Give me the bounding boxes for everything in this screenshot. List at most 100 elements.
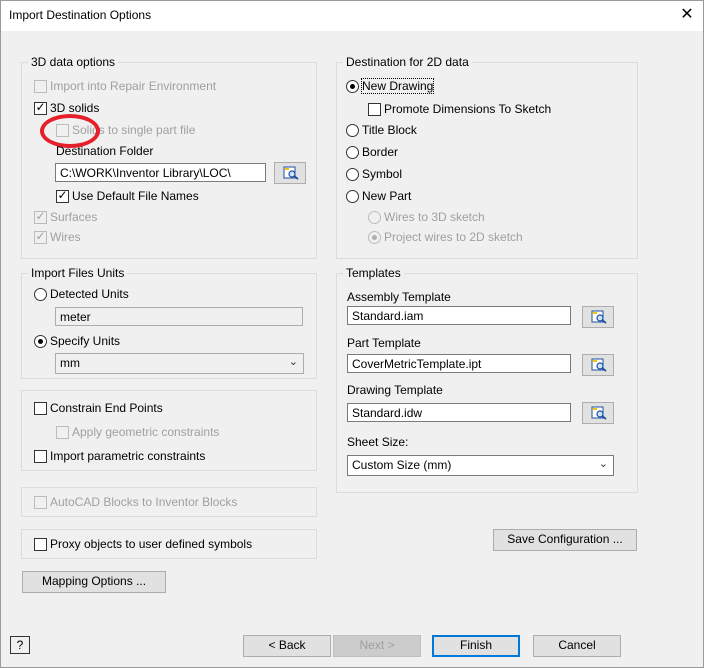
surfaces-label: Surfaces [50,210,98,224]
chevron-down-icon: ⌄ [598,458,608,470]
single-part-checkbox[interactable]: Solids to single part file [56,122,195,138]
drawing-template-browse-button[interactable] [582,402,614,424]
radio-circle [346,79,359,93]
checkbox-box: ✓ [56,187,69,203]
checkbox-box [34,495,47,509]
new-part-radio[interactable]: New Part [346,188,411,204]
folder-browse-icon [283,166,299,180]
window-title: Import Destination Options [9,8,152,22]
checkbox-box [34,537,47,551]
help-button[interactable]: ? [10,636,30,654]
repair-env-checkbox[interactable]: Import into Repair Environment [34,78,216,94]
checkmark-icon: ✓ [57,187,68,202]
default-file-names-checkbox[interactable]: ✓ Use Default File Names [56,188,199,204]
single-part-label: Solids to single part file [72,123,196,137]
cancel-button[interactable]: Cancel [533,635,621,657]
checkbox-box [34,401,47,415]
radio-circle [368,210,381,224]
drawing-template-field[interactable]: Standard.idw [347,403,571,422]
wires-3d-sketch-radio[interactable]: Wires to 3D sketch [368,209,485,225]
checkmark-icon: ✓ [35,228,46,243]
wires-label: Wires [50,230,81,244]
specify-units-radio[interactable]: Specify Units [34,333,120,349]
part-template-browse-button[interactable] [582,354,614,376]
sheet-size-value: Custom Size (mm) [352,458,452,472]
checkbox-box: ✓ [34,99,47,115]
promote-dimensions-label: Promote Dimensions To Sketch [384,102,552,116]
checkbox-box [34,449,47,463]
symbol-radio[interactable]: Symbol [346,166,402,182]
title-block-radio[interactable]: Title Block [346,122,417,138]
part-template-label: Part Template [347,336,421,350]
radio-circle [346,167,359,181]
checkbox-box: ✓ [34,228,47,244]
checkbox-box [56,123,69,137]
project-2d-sketch-radio[interactable]: Project wires to 2D sketch [368,229,523,245]
specify-units-value: mm [60,356,80,370]
title-block-label: Title Block [362,123,417,137]
parametric-constraints-label: Import parametric constraints [50,449,206,463]
close-icon[interactable]: ✕ [674,3,700,27]
wires-checkbox[interactable]: ✓ Wires [34,229,81,245]
save-configuration-button[interactable]: Save Configuration ... [493,529,637,551]
sheet-size-dropdown[interactable]: Custom Size (mm) ⌄ [347,455,614,476]
finish-button[interactable]: Finish [432,635,520,657]
radio-circle [34,287,47,301]
templates-legend: Templates [346,266,401,280]
radio-circle [368,230,381,244]
dest-folder-field[interactable]: C:\WORK\Inventor Library\LOC\ [55,163,266,182]
checkbox-box: ✓ [34,208,47,224]
drawing-template-label: Drawing Template [347,383,443,397]
assembly-template-label: Assembly Template [347,290,451,304]
new-part-label: New Part [362,189,412,203]
back-button[interactable]: < Back [243,635,331,657]
border-radio[interactable]: Border [346,144,398,160]
checkmark-icon: ✓ [35,208,46,223]
default-file-names-label: Use Default File Names [72,189,199,203]
radio-circle [346,189,359,203]
project-2d-sketch-label: Project wires to 2D sketch [384,230,523,244]
surfaces-checkbox[interactable]: ✓ Surfaces [34,209,97,225]
proxy-objects-checkbox[interactable]: Proxy objects to user defined symbols [34,536,252,552]
symbol-label: Symbol [362,167,403,181]
new-drawing-radio[interactable]: New Drawing [346,78,435,94]
next-button[interactable]: Next > [333,635,421,657]
mapping-options-button[interactable]: Mapping Options ... [22,571,166,593]
checkbox-box [368,102,381,116]
geometric-constraints-checkbox[interactable]: Apply geometric constraints [56,424,219,440]
constrain-end-points-label: Constrain End Points [50,401,163,415]
parametric-constraints-checkbox[interactable]: Import parametric constraints [34,448,205,464]
dest2d-legend: Destination for 2D data [346,55,469,69]
autocad-blocks-label: AutoCAD Blocks to Inventor Blocks [50,495,238,509]
radio-dot [372,234,377,240]
border-label: Border [362,145,399,159]
checkmark-icon: ✓ [35,99,46,114]
autocad-blocks-checkbox[interactable]: AutoCAD Blocks to Inventor Blocks [34,494,237,510]
part-template-field[interactable]: CoverMetricTemplate.ipt [347,354,571,373]
radio-dot [350,83,355,89]
geometric-constraints-label: Apply geometric constraints [72,425,220,439]
folder-browse-icon [591,406,607,420]
assembly-template-browse-button[interactable] [582,306,614,328]
group-3d-legend: 3D data options [31,55,116,69]
proxy-objects-label: Proxy objects to user defined symbols [50,537,253,551]
3d-solids-checkbox[interactable]: ✓ 3D solids [34,100,99,116]
3d-solids-label: 3D solids [50,101,100,115]
dest-folder-browse-button[interactable] [274,162,306,184]
sheet-size-label: Sheet Size: [347,435,409,449]
chevron-down-icon: ⌄ [288,356,298,368]
specify-units-dropdown[interactable]: mm ⌄ [55,353,304,374]
constrain-end-points-checkbox[interactable]: Constrain End Points [34,400,163,416]
promote-dimensions-checkbox[interactable]: Promote Dimensions To Sketch [368,101,551,117]
radio-circle [346,123,359,137]
radio-circle [34,334,47,348]
detected-units-label: Detected Units [50,287,129,301]
radio-dot [38,338,43,344]
folder-browse-icon [591,310,607,324]
assembly-template-field[interactable]: Standard.iam [347,306,571,325]
detected-units-field: meter [55,307,303,326]
checkbox-box [56,425,69,439]
detected-units-radio[interactable]: Detected Units [34,286,129,302]
new-drawing-label: New Drawing [360,78,435,94]
radio-circle [346,145,359,159]
